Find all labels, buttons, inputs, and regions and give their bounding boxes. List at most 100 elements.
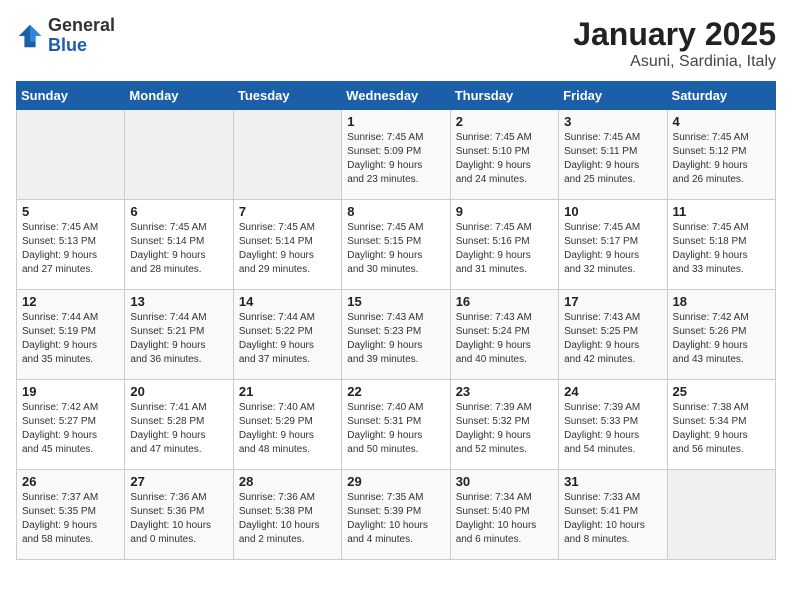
day-info: Sunrise: 7:43 AM Sunset: 5:25 PM Dayligh…	[564, 311, 661, 367]
day-info: Sunrise: 7:44 AM Sunset: 5:19 PM Dayligh…	[22, 311, 119, 367]
day-number: 27	[130, 474, 227, 489]
header-sunday: Sunday	[17, 82, 125, 110]
table-row: 30 Sunrise: 7:34 AM Sunset: 5:40 PM Dayli…	[450, 470, 558, 560]
table-row: 14 Sunrise: 7:44 AM Sunset: 5:22 PM Dayli…	[233, 290, 341, 380]
table-row: 26Sunrise: 7:37 AM Sunset: 5:35 PM Dayli…	[17, 470, 125, 560]
day-number: 28	[239, 474, 336, 489]
day-info: Sunrise: 7:44 AM Sunset: 5:22 PM Dayligh…	[239, 311, 336, 367]
day-info: Sunrise: 7:42 AM Sunset: 5:27 PM Dayligh…	[22, 401, 119, 457]
day-number: 9	[456, 204, 553, 219]
day-info: Sunrise: 7:40 AM Sunset: 5:31 PM Dayligh…	[347, 401, 444, 457]
day-number: 29	[347, 474, 444, 489]
day-info: Sunrise: 7:43 AM Sunset: 5:24 PM Dayligh…	[456, 311, 553, 367]
day-info: Sunrise: 7:35 AM Sunset: 5:39 PM Dayligh…	[347, 491, 444, 547]
logo: General Blue	[16, 16, 115, 56]
day-number: 7	[239, 204, 336, 219]
day-info: Sunrise: 7:38 AM Sunset: 5:34 PM Dayligh…	[673, 401, 770, 457]
header-friday: Friday	[559, 82, 667, 110]
day-number: 18	[673, 294, 770, 309]
day-info: Sunrise: 7:45 AM Sunset: 5:16 PM Dayligh…	[456, 221, 553, 277]
table-row: 18 Sunrise: 7:42 AM Sunset: 5:26 PM Dayli…	[667, 290, 775, 380]
table-row: 4 Sunrise: 7:45 AM Sunset: 5:12 PM Daylig…	[667, 110, 775, 200]
table-row: 29 Sunrise: 7:35 AM Sunset: 5:39 PM Dayli…	[342, 470, 450, 560]
logo-blue-text: Blue	[48, 35, 87, 55]
day-number: 31	[564, 474, 661, 489]
day-number: 5	[22, 204, 119, 219]
table-row: 16Sunrise: 7:43 AM Sunset: 5:24 PM Dayli…	[450, 290, 558, 380]
day-number: 23	[456, 384, 553, 399]
calendar-week-2: 5 Sunrise: 7:45 AM Sunset: 5:13 PM Daylig…	[17, 200, 776, 290]
day-number: 22	[347, 384, 444, 399]
day-info: Sunrise: 7:33 AM Sunset: 5:41 PM Dayligh…	[564, 491, 661, 547]
table-row: 8Sunrise: 7:45 AM Sunset: 5:15 PM Daylig…	[342, 200, 450, 290]
day-number: 13	[130, 294, 227, 309]
day-number: 1	[347, 114, 444, 129]
table-row: 9 Sunrise: 7:45 AM Sunset: 5:16 PM Daylig…	[450, 200, 558, 290]
day-info: Sunrise: 7:45 AM Sunset: 5:10 PM Dayligh…	[456, 131, 553, 187]
day-info: Sunrise: 7:39 AM Sunset: 5:32 PM Dayligh…	[456, 401, 553, 457]
logo-text: General Blue	[48, 16, 115, 56]
table-row: 19 Sunrise: 7:42 AM Sunset: 5:27 PM Dayli…	[17, 380, 125, 470]
day-info: Sunrise: 7:45 AM Sunset: 5:14 PM Dayligh…	[130, 221, 227, 277]
calendar-week-4: 19 Sunrise: 7:42 AM Sunset: 5:27 PM Dayli…	[17, 380, 776, 470]
table-row: 22 Sunrise: 7:40 AM Sunset: 5:31 PM Dayli…	[342, 380, 450, 470]
day-number: 12	[22, 294, 119, 309]
day-info: Sunrise: 7:45 AM Sunset: 5:14 PM Dayligh…	[239, 221, 336, 277]
table-row: 12 Sunrise: 7:44 AM Sunset: 5:19 PM Dayli…	[17, 290, 125, 380]
day-info: Sunrise: 7:42 AM Sunset: 5:26 PM Dayligh…	[673, 311, 770, 367]
header-monday: Monday	[125, 82, 233, 110]
day-info: Sunrise: 7:40 AM Sunset: 5:29 PM Dayligh…	[239, 401, 336, 457]
table-row: 20 Sunrise: 7:41 AM Sunset: 5:28 PM Dayli…	[125, 380, 233, 470]
day-info: Sunrise: 7:41 AM Sunset: 5:28 PM Dayligh…	[130, 401, 227, 457]
header-saturday: Saturday	[667, 82, 775, 110]
day-info: Sunrise: 7:43 AM Sunset: 5:23 PM Dayligh…	[347, 311, 444, 367]
table-row: 13 Sunrise: 7:44 AM Sunset: 5:21 PM Dayli…	[125, 290, 233, 380]
table-row	[233, 110, 341, 200]
table-row: 28Sunrise: 7:36 AM Sunset: 5:38 PM Dayli…	[233, 470, 341, 560]
day-info: Sunrise: 7:45 AM Sunset: 5:12 PM Dayligh…	[673, 131, 770, 187]
table-row: 23 Sunrise: 7:39 AM Sunset: 5:32 PM Dayli…	[450, 380, 558, 470]
day-info: Sunrise: 7:45 AM Sunset: 5:13 PM Dayligh…	[22, 221, 119, 277]
header-wednesday: Wednesday	[342, 82, 450, 110]
header-tuesday: Tuesday	[233, 82, 341, 110]
day-info: Sunrise: 7:44 AM Sunset: 5:21 PM Dayligh…	[130, 311, 227, 367]
day-number: 19	[22, 384, 119, 399]
day-number: 20	[130, 384, 227, 399]
page-subtitle: Asuni, Sardinia, Italy	[573, 53, 776, 71]
page-title: January 2025	[573, 16, 776, 53]
table-row: 31 Sunrise: 7:33 AM Sunset: 5:41 PM Dayli…	[559, 470, 667, 560]
day-number: 17	[564, 294, 661, 309]
day-info: Sunrise: 7:36 AM Sunset: 5:36 PM Dayligh…	[130, 491, 227, 547]
calendar-week-5: 26Sunrise: 7:37 AM Sunset: 5:35 PM Dayli…	[17, 470, 776, 560]
page-header: General Blue January 2025 Asuni, Sardini…	[16, 16, 776, 71]
day-info: Sunrise: 7:45 AM Sunset: 5:09 PM Dayligh…	[347, 131, 444, 187]
logo-icon	[16, 22, 44, 50]
day-info: Sunrise: 7:45 AM Sunset: 5:11 PM Dayligh…	[564, 131, 661, 187]
table-row: 17 Sunrise: 7:43 AM Sunset: 5:25 PM Dayli…	[559, 290, 667, 380]
day-number: 3	[564, 114, 661, 129]
table-row	[17, 110, 125, 200]
table-row: 7 Sunrise: 7:45 AM Sunset: 5:14 PM Daylig…	[233, 200, 341, 290]
day-info: Sunrise: 7:37 AM Sunset: 5:35 PM Dayligh…	[22, 491, 119, 547]
table-row: 25Sunrise: 7:38 AM Sunset: 5:34 PM Dayli…	[667, 380, 775, 470]
day-number: 4	[673, 114, 770, 129]
table-row: 24Sunrise: 7:39 AM Sunset: 5:33 PM Dayli…	[559, 380, 667, 470]
table-row: 6 Sunrise: 7:45 AM Sunset: 5:14 PM Daylig…	[125, 200, 233, 290]
day-number: 21	[239, 384, 336, 399]
day-number: 30	[456, 474, 553, 489]
day-info: Sunrise: 7:45 AM Sunset: 5:18 PM Dayligh…	[673, 221, 770, 277]
day-number: 2	[456, 114, 553, 129]
table-row: 1 Sunrise: 7:45 AM Sunset: 5:09 PM Daylig…	[342, 110, 450, 200]
header-thursday: Thursday	[450, 82, 558, 110]
table-row: 2 Sunrise: 7:45 AM Sunset: 5:10 PM Daylig…	[450, 110, 558, 200]
day-number: 15	[347, 294, 444, 309]
title-block: January 2025 Asuni, Sardinia, Italy	[573, 16, 776, 71]
day-info: Sunrise: 7:39 AM Sunset: 5:33 PM Dayligh…	[564, 401, 661, 457]
day-number: 6	[130, 204, 227, 219]
logo-general-text: General	[48, 15, 115, 35]
table-row: 27 Sunrise: 7:36 AM Sunset: 5:36 PM Dayli…	[125, 470, 233, 560]
day-number: 14	[239, 294, 336, 309]
day-info: Sunrise: 7:34 AM Sunset: 5:40 PM Dayligh…	[456, 491, 553, 547]
table-row: 11Sunrise: 7:45 AM Sunset: 5:18 PM Dayli…	[667, 200, 775, 290]
day-info: Sunrise: 7:45 AM Sunset: 5:17 PM Dayligh…	[564, 221, 661, 277]
